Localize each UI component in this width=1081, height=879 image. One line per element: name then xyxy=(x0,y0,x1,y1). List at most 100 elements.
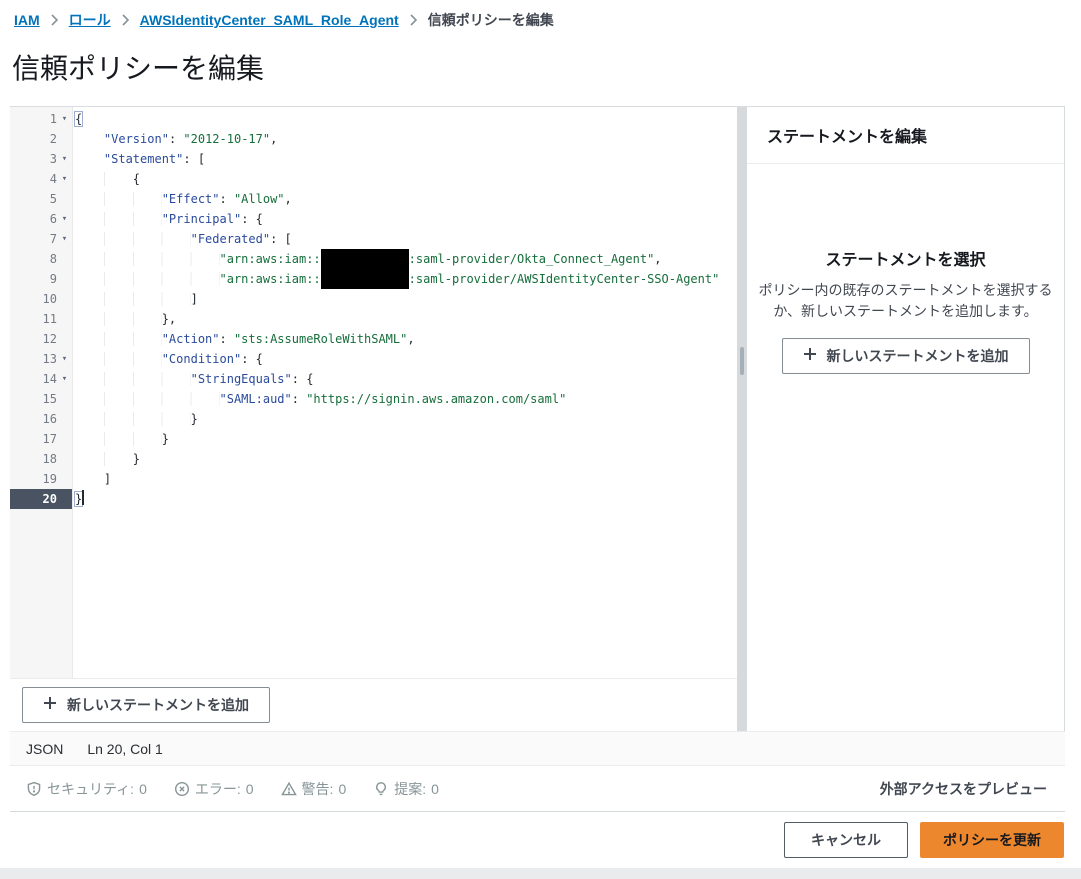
code-line[interactable]: 11 }, xyxy=(10,309,737,329)
error-findings: エラー: 0 xyxy=(174,779,254,799)
line-gutter: 2 xyxy=(10,129,72,149)
code-editor[interactable]: 1 ▾{2 "Version": "2012-10-17", 3 ▾ "Stateme… xyxy=(10,107,737,678)
fold-toggle-icon[interactable]: ▾ xyxy=(57,109,72,129)
code-line[interactable]: 17 } xyxy=(10,429,737,449)
breadcrumb-link-roles[interactable]: ロール xyxy=(69,10,111,30)
line-number: 9 xyxy=(49,272,57,286)
code-line[interactable]: 9 "arn:aws:iam:::saml-provider/AWSIdenti… xyxy=(10,269,737,289)
policy-editor-container: 1 ▾{2 "Version": "2012-10-17", 3 ▾ "Stateme… xyxy=(10,106,1065,731)
code-text: "Version": "2012-10-17", xyxy=(72,129,737,149)
code-text: "arn:aws:iam:::saml-provider/Okta_Connec… xyxy=(72,249,737,269)
breadcrumb-link-role-name[interactable]: AWSIdentityCenter_SAML_Role_Agent xyxy=(140,10,399,30)
add-statement-label: 新しいステートメントを追加 xyxy=(826,348,1009,364)
line-gutter: 7 ▾ xyxy=(10,229,72,249)
warning-label: 警告: xyxy=(301,780,334,797)
line-number: 14 xyxy=(42,372,57,386)
select-statement-heading: ステートメントを選択 xyxy=(825,252,986,269)
suggestion-count: 0 xyxy=(431,780,439,797)
code-line[interactable]: 16 } xyxy=(10,409,737,429)
page-title: 信頼ポリシーを編集 xyxy=(12,53,265,84)
preview-external-access-button[interactable]: 外部アクセスをプレビュー xyxy=(880,779,1047,799)
line-gutter: 13 ▾ xyxy=(10,349,72,369)
fold-toggle-icon[interactable]: ▾ xyxy=(57,209,72,229)
code-text: "Federated": [ xyxy=(72,229,737,249)
error-count: 0 xyxy=(245,780,254,797)
line-gutter: 15 xyxy=(10,389,72,409)
code-line[interactable]: 1 ▾{ xyxy=(10,109,737,129)
code-line[interactable]: 20} xyxy=(10,489,737,509)
suggestion-label: 提案: xyxy=(394,780,427,797)
breadcrumb-current: 信頼ポリシーを編集 xyxy=(427,12,554,28)
line-number: 19 xyxy=(42,472,57,486)
statement-panel-title: ステートメントを編集 xyxy=(747,107,1064,164)
pane-splitter[interactable] xyxy=(737,107,747,731)
code-text: "Effect": "Allow", xyxy=(72,189,737,209)
code-line[interactable]: 13 ▾ "Condition": { xyxy=(10,349,737,369)
validation-bar: セキュリティ: 0 エラー: 0 警告: 0 提案: 0 外部アクセスをプレビュ… xyxy=(10,766,1065,812)
code-text: } xyxy=(72,429,737,449)
add-statement-button-panel[interactable]: 新しいステートメントを追加 xyxy=(781,338,1030,374)
fold-toggle-icon[interactable]: ▾ xyxy=(57,149,72,169)
line-number: 3 xyxy=(49,152,57,166)
code-text: "Principal": { xyxy=(72,209,737,229)
add-statement-button[interactable]: 新しいステートメントを追加 xyxy=(22,687,270,723)
line-gutter: 19 xyxy=(10,469,72,489)
line-number: 8 xyxy=(49,252,57,266)
code-line[interactable]: 3 ▾ "Statement": [ xyxy=(10,149,737,169)
code-line[interactable]: 14 ▾ "StringEquals": { xyxy=(10,369,737,389)
code-line[interactable]: 12 "Action": "sts:AssumeRoleWithSAML", xyxy=(10,329,737,349)
chevron-right-icon xyxy=(51,14,58,26)
chevron-right-icon xyxy=(410,14,417,26)
code-text: "Condition": { xyxy=(72,349,737,369)
redacted-account-id xyxy=(320,269,409,289)
code-line[interactable]: 10 ] xyxy=(10,289,737,309)
code-line[interactable]: 7 ▾ "Federated": [ xyxy=(10,229,737,249)
code-line[interactable]: 18 } xyxy=(10,449,737,469)
code-line[interactable]: 5 "Effect": "Allow", xyxy=(10,189,737,209)
line-gutter: 10 xyxy=(10,289,72,309)
editor-add-statement-row: 新しいステートメントを追加 xyxy=(10,678,737,731)
text-cursor xyxy=(82,490,85,505)
line-gutter: 17 xyxy=(10,429,72,449)
code-text: }, xyxy=(72,309,737,329)
breadcrumb: IAM ロール AWSIdentityCenter_SAML_Role_Agen… xyxy=(14,10,554,30)
code-line[interactable]: 6 ▾ "Principal": { xyxy=(10,209,737,229)
footer-actions: キャンセル ポリシーを更新 xyxy=(10,812,1065,867)
fold-toggle-icon[interactable]: ▾ xyxy=(57,369,72,389)
fold-toggle-icon[interactable]: ▾ xyxy=(57,169,72,189)
line-number: 7 xyxy=(49,232,57,246)
code-line[interactable]: 19 ] xyxy=(10,469,737,489)
line-number: 2 xyxy=(49,132,57,146)
code-text: ] xyxy=(72,469,737,489)
breadcrumb-link-iam[interactable]: IAM xyxy=(14,10,40,30)
line-gutter: 12 xyxy=(10,329,72,349)
chevron-right-icon xyxy=(122,14,129,26)
line-gutter: 8 xyxy=(10,249,72,269)
error-label: エラー: xyxy=(194,780,241,797)
code-text: "arn:aws:iam:::saml-provider/AWSIdentity… xyxy=(72,269,737,289)
code-line[interactable]: 4 ▾ { xyxy=(10,169,737,189)
statement-panel: ステートメントを編集 ステートメントを選択 ポリシー内の既存のステートメントを選… xyxy=(747,107,1065,731)
line-gutter: 1 ▾ xyxy=(10,109,72,129)
line-number: 12 xyxy=(42,332,57,346)
code-text: { xyxy=(75,112,83,126)
fold-toggle-icon[interactable]: ▾ xyxy=(57,229,72,249)
plus-icon xyxy=(803,346,817,366)
code-line[interactable]: 2 "Version": "2012-10-17", xyxy=(10,129,737,149)
error-circle-icon xyxy=(174,781,190,797)
code-line[interactable]: 15 "SAML:aud": "https://signin.aws.amazo… xyxy=(10,389,737,409)
editor-statusbar: JSON Ln 20, Col 1 xyxy=(10,731,1065,766)
code-text: "Action": "sts:AssumeRoleWithSAML", xyxy=(72,329,737,349)
fold-toggle-icon[interactable]: ▾ xyxy=(57,349,72,369)
line-number: 15 xyxy=(42,392,57,406)
line-number: 10 xyxy=(42,292,57,306)
cancel-button[interactable]: キャンセル xyxy=(784,821,908,858)
line-gutter: 9 xyxy=(10,269,72,289)
line-number: 4 xyxy=(49,172,57,186)
plus-icon xyxy=(43,695,57,715)
suggestion-bulb-icon xyxy=(373,781,389,797)
code-line[interactable]: 8 "arn:aws:iam:::saml-provider/Okta_Conn… xyxy=(10,249,737,269)
line-gutter: 11 xyxy=(10,309,72,329)
line-number: 17 xyxy=(42,432,57,446)
update-policy-button[interactable]: ポリシーを更新 xyxy=(920,821,1064,858)
